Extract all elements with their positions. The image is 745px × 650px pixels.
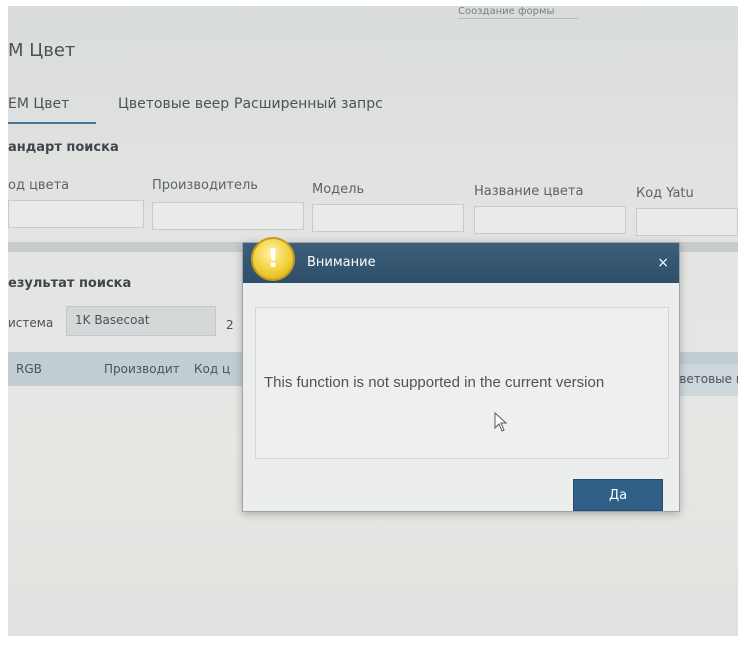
yatu-code-input[interactable] xyxy=(636,208,738,236)
column-manufacturer[interactable]: Производит xyxy=(104,362,180,376)
tab-advanced-query[interactable]: Расширенный запрс xyxy=(234,96,383,112)
tab-em-color[interactable]: ЕМ Цвет xyxy=(8,96,69,112)
app-title: M Цвет xyxy=(8,40,76,61)
extra-value: 2 xyxy=(226,318,234,332)
active-tab-indicator xyxy=(8,122,96,124)
dialog-message-area: This function is not supported in the cu… xyxy=(255,307,669,459)
close-icon[interactable]: × xyxy=(657,255,669,271)
color-name-label: Название цвета xyxy=(474,184,584,199)
results-section-title: езультат поиска xyxy=(8,276,132,291)
model-input[interactable] xyxy=(312,204,464,232)
warning-icon-glyph: ! xyxy=(267,244,279,274)
dialog-title: Внимание xyxy=(307,255,376,270)
manufacturer-label: Производитель xyxy=(152,178,258,193)
column-color-code[interactable]: Код ц xyxy=(194,362,230,376)
yatu-code-label: Код Yatu xyxy=(636,186,694,201)
ok-button[interactable]: Да xyxy=(573,479,663,511)
model-label: Модель xyxy=(312,182,365,197)
manufacturer-input[interactable] xyxy=(152,202,304,230)
top-strip-label: Соoздание формы xyxy=(458,6,578,19)
search-section-title: андарт поиска xyxy=(8,140,119,155)
color-code-input[interactable] xyxy=(8,200,144,228)
dialog-titlebar[interactable]: Внимание × xyxy=(243,243,679,283)
warning-icon: ! xyxy=(251,237,295,281)
system-select[interactable]: 1K Basecoat xyxy=(66,306,216,336)
app-window: Соoздание формы M Цвет ЕМ Цвет Цветовые … xyxy=(8,6,738,636)
tab-color-fans[interactable]: Цветовые веер xyxy=(118,96,229,112)
color-name-input[interactable] xyxy=(474,206,626,234)
column-rgb[interactable]: RGB xyxy=(16,362,42,376)
color-code-label: од цвета xyxy=(8,178,70,193)
dialog-message: This function is not supported in the cu… xyxy=(264,374,605,391)
warning-dialog: Внимание × ! This function is not suppor… xyxy=(242,237,680,512)
system-label: истема xyxy=(8,316,54,330)
mouse-cursor-icon xyxy=(494,412,508,432)
tab-bar: ЕМ Цвет Цветовые веер Расширенный запрс xyxy=(8,92,738,124)
